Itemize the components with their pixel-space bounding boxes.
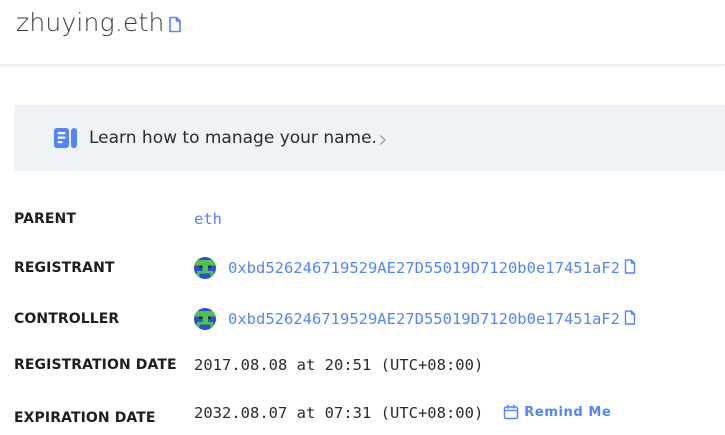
parent-link[interactable]: eth <box>194 210 222 228</box>
registration-date-label: REGISTRATION DATE <box>14 357 177 373</box>
remind-me-button[interactable]: Remind Me <box>503 404 611 420</box>
registrant-address: 0xbd526246719529AE27D55019D7120b0e17451a… <box>194 257 636 279</box>
expiration-date-value: 2032.08.07 at 07:31 (UTC+08:00) <box>194 404 484 422</box>
copy-icon[interactable] <box>624 258 636 274</box>
parent-label: PARENT <box>14 211 77 227</box>
registration-date-value: 2017.08.08 at 20:51 (UTC+08:00) <box>194 356 484 374</box>
manage-name-banner[interactable]: Learn how to manage your name. <box>14 105 725 171</box>
copy-icon[interactable] <box>624 309 636 325</box>
registrant-address-link[interactable]: 0xbd526246719529AE27D55019D7120b0e17451a… <box>228 259 620 277</box>
banner-text: Learn how to manage your name. <box>89 128 377 148</box>
controller-row: CONTROLLER 0xbd526246719529AE27D55019D71… <box>14 308 714 330</box>
registration-date-row: REGISTRATION DATE 2017.08.08 at 20:51 (U… <box>14 356 714 374</box>
registrant-row: REGISTRANT 0xbd526246719529AE27D55019D71… <box>14 257 714 279</box>
document-icon <box>54 128 77 148</box>
name-title-text: zhuying.eth <box>16 8 165 37</box>
registrant-label: REGISTRANT <box>14 260 115 276</box>
controller-address-link[interactable]: 0xbd526246719529AE27D55019D7120b0e17451a… <box>228 310 620 328</box>
name-title: zhuying.eth <box>16 8 182 37</box>
page-header: zhuying.eth <box>0 0 725 65</box>
controller-label: CONTROLLER <box>14 311 120 327</box>
chevron-right-icon <box>380 134 386 145</box>
name-details-page: zhuying.eth Learn how to manage your nam… <box>0 0 725 435</box>
controller-address: 0xbd526246719529AE27D55019D7120b0e17451a… <box>194 308 636 330</box>
remind-me-label: Remind Me <box>524 404 612 420</box>
expiration-date-label: EXPIRATION DATE <box>14 410 156 426</box>
parent-row: PARENT eth <box>14 210 714 228</box>
copy-icon[interactable] <box>168 16 182 33</box>
calendar-icon <box>504 404 519 420</box>
identicon-avatar <box>194 308 216 330</box>
identicon-avatar <box>194 257 216 279</box>
expiration-date-row: EXPIRATION DATE 2032.08.07 at 07:31 (UTC… <box>14 400 714 426</box>
